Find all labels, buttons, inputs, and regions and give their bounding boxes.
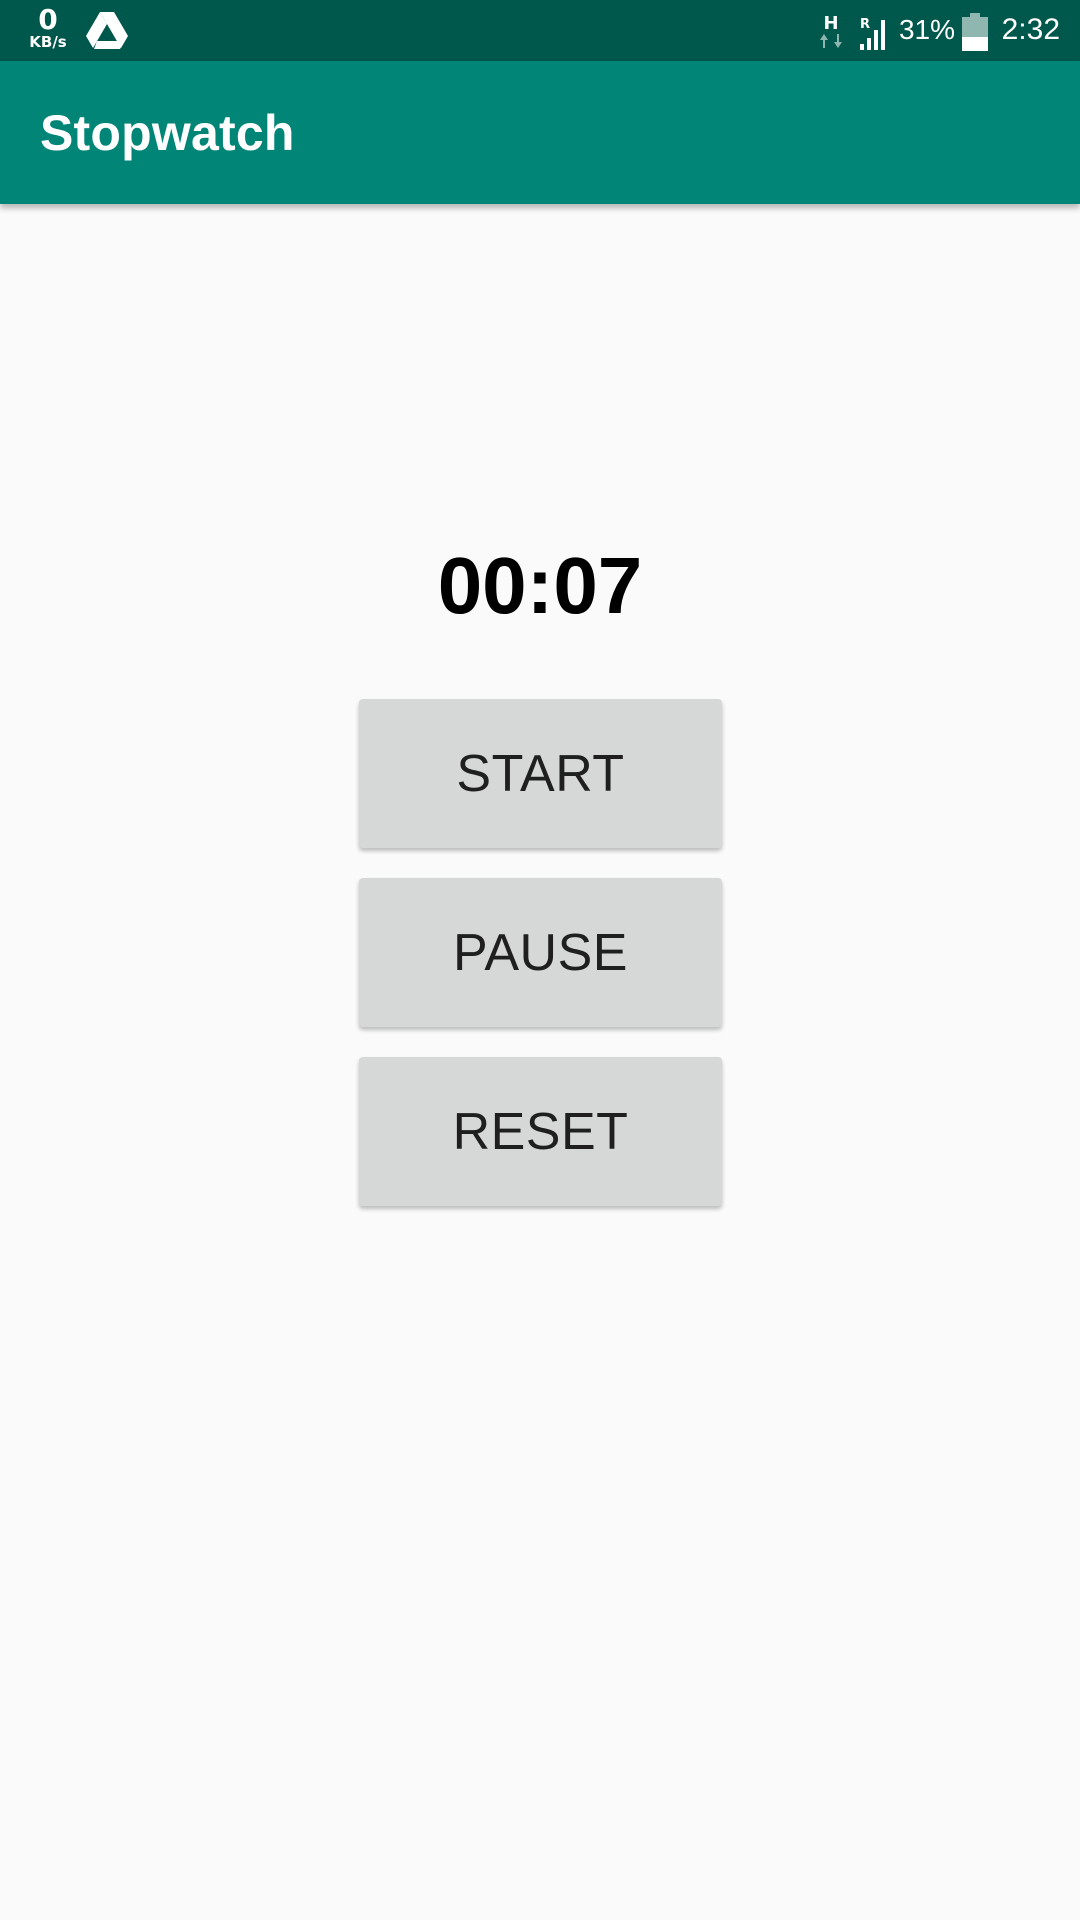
status-clock: 2:32 [1001,13,1060,46]
net-speed-unit: KB/s [29,33,67,51]
app-title: Stopwatch [40,105,295,161]
reset-button[interactable]: RESET [359,1057,722,1206]
battery-percent: 31% [898,14,955,45]
app-bar: Stopwatch [0,61,1080,204]
hspa-data-icon: H [820,13,842,48]
signal-roaming-icon: R [860,17,885,50]
google-drive-icon [86,12,128,49]
net-speed-indicator: 0 KB/s [22,6,74,50]
battery-icon [962,13,988,51]
status-bar: 0 KB/s H R 31% 2:32 [0,0,1080,61]
net-speed-value: 0 [38,3,58,36]
start-button[interactable]: START [359,699,722,848]
pause-button[interactable]: PAUSE [359,878,722,1027]
svg-text:H: H [823,13,838,34]
svg-text:R: R [860,17,870,32]
stopwatch-time-display: 00:07 [437,541,643,630]
